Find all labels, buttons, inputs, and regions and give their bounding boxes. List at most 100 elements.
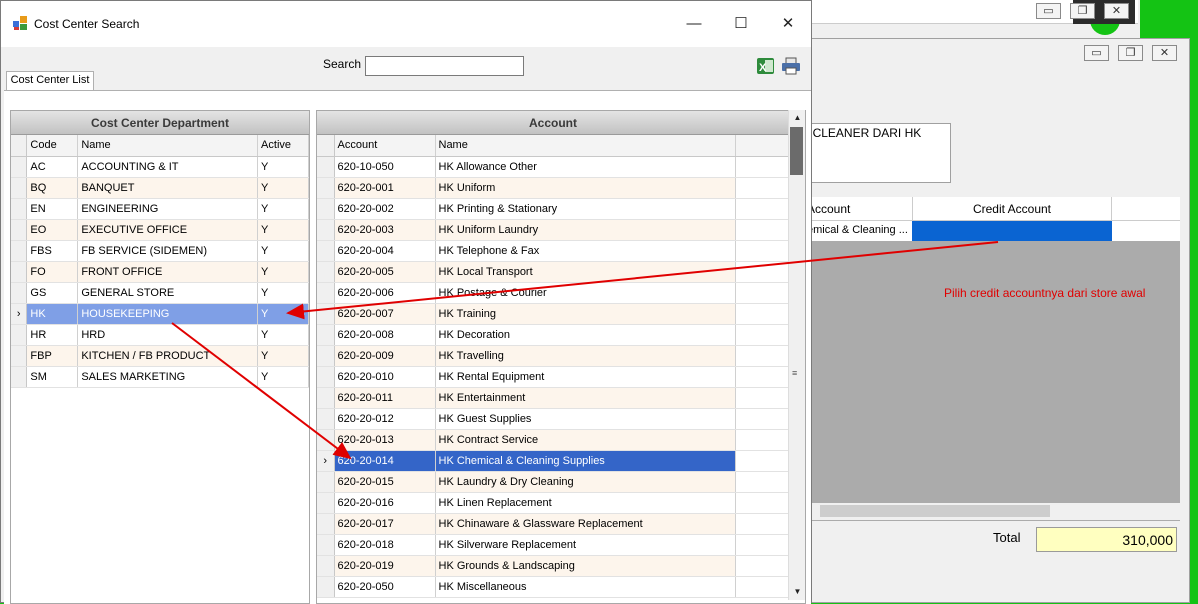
cell-active: Y bbox=[257, 177, 309, 199]
scroll-up-icon[interactable]: ▲ bbox=[789, 110, 806, 125]
row-selector[interactable] bbox=[317, 261, 335, 283]
col-code[interactable]: Code bbox=[26, 135, 79, 157]
row-selector[interactable] bbox=[11, 240, 28, 262]
printer-icon[interactable] bbox=[781, 57, 801, 75]
table-row[interactable]: › 620-20-014 HK Chemical & Cleaning Suppli… bbox=[317, 450, 790, 472]
row-pointer-icon[interactable]: › bbox=[11, 303, 28, 325]
table-row[interactable]: 620-20-007 HK Training bbox=[317, 303, 790, 325]
table-row[interactable]: GS GENERAL STORE Y bbox=[11, 282, 309, 304]
table-row[interactable]: SM SALES MARKETING Y bbox=[11, 366, 309, 388]
row-selector[interactable] bbox=[317, 576, 335, 598]
row-selector[interactable] bbox=[317, 219, 335, 241]
table-row[interactable]: › HK HOUSEKEEPING Y bbox=[11, 303, 309, 325]
table-row[interactable]: EN ENGINEERING Y bbox=[11, 198, 309, 220]
journal-grid-row[interactable]: emical & Cleaning ... bbox=[790, 221, 1180, 241]
table-row[interactable]: EO EXECUTIVE OFFICE Y bbox=[11, 219, 309, 241]
row-selector[interactable] bbox=[317, 471, 335, 493]
row-selector[interactable] bbox=[317, 513, 335, 535]
row-selector[interactable] bbox=[317, 177, 335, 199]
table-row[interactable]: 620-20-017 HK Chinaware & Glassware Repla… bbox=[317, 513, 790, 535]
table-row[interactable]: 620-20-006 HK Postage & Courier bbox=[317, 282, 790, 304]
table-row[interactable]: 620-10-050 HK Allowance Other bbox=[317, 156, 790, 178]
row-selector[interactable] bbox=[317, 240, 335, 262]
table-row[interactable]: 620-20-019 HK Grounds & Landscaping bbox=[317, 555, 790, 577]
col-account[interactable]: Account bbox=[334, 135, 436, 157]
maximize-button[interactable]: ☐ bbox=[718, 9, 764, 39]
col-active[interactable]: Active bbox=[257, 135, 309, 157]
row-selector[interactable] bbox=[317, 282, 335, 304]
tab-cost-center-list[interactable]: Cost Center List bbox=[6, 71, 94, 91]
row-selector[interactable] bbox=[11, 156, 28, 178]
cell-filler bbox=[735, 408, 790, 430]
cell-active: Y bbox=[257, 240, 309, 262]
row-selector[interactable] bbox=[11, 282, 28, 304]
vscroll-thumb[interactable] bbox=[790, 127, 803, 175]
table-row[interactable]: 620-20-004 HK Telephone & Fax bbox=[317, 240, 790, 262]
row-selector[interactable] bbox=[317, 198, 335, 220]
table-row[interactable]: 620-20-011 HK Entertainment bbox=[317, 387, 790, 409]
form-restore-button[interactable]: ❐ bbox=[1118, 45, 1143, 61]
table-row[interactable]: 620-20-010 HK Rental Equipment bbox=[317, 366, 790, 388]
row-selector[interactable] bbox=[317, 345, 335, 367]
scroll-down-icon[interactable]: ▼ bbox=[789, 584, 806, 599]
table-row[interactable]: FBS FB SERVICE (SIDEMEN) Y bbox=[11, 240, 309, 262]
excel-export-icon[interactable]: X bbox=[756, 56, 776, 76]
row-selector[interactable] bbox=[317, 429, 335, 451]
row-selector[interactable] bbox=[317, 324, 335, 346]
cell-account: 620-20-018 bbox=[334, 534, 436, 556]
table-row[interactable]: 620-20-008 HK Decoration bbox=[317, 324, 790, 346]
search-input[interactable] bbox=[365, 56, 524, 76]
table-row[interactable]: 620-20-015 HK Laundry & Dry Cleaning bbox=[317, 471, 790, 493]
cell-code: EO bbox=[26, 219, 79, 241]
row-selector[interactable] bbox=[11, 345, 28, 367]
table-row[interactable]: 620-20-001 HK Uniform bbox=[317, 177, 790, 199]
table-row[interactable]: FO FRONT OFFICE Y bbox=[11, 261, 309, 283]
close-button[interactable]: ✕ bbox=[765, 9, 811, 39]
table-row[interactable]: 620-20-016 HK Linen Replacement bbox=[317, 492, 790, 514]
row-selector[interactable] bbox=[11, 198, 28, 220]
table-row[interactable]: AC ACCOUNTING & IT Y bbox=[11, 156, 309, 178]
minimize-button[interactable]: — bbox=[671, 9, 717, 39]
table-row[interactable]: 620-20-018 HK Silverware Replacement bbox=[317, 534, 790, 556]
row-selector[interactable] bbox=[11, 219, 28, 241]
annotation-text: Pilih credit accountnya dari store awal bbox=[944, 286, 1146, 300]
hscroll-thumb[interactable] bbox=[820, 505, 1050, 517]
row-selector[interactable] bbox=[11, 366, 28, 388]
cell-filler bbox=[735, 450, 790, 472]
bg-restore-button[interactable]: ❐ bbox=[1070, 3, 1095, 19]
table-row[interactable]: BQ BANQUET Y bbox=[11, 177, 309, 199]
row-pointer-icon[interactable]: › bbox=[317, 450, 335, 472]
row-selector[interactable] bbox=[11, 177, 28, 199]
table-row[interactable]: HR HRD Y bbox=[11, 324, 309, 346]
col-account-name[interactable]: Name bbox=[435, 135, 736, 157]
form-close-button[interactable]: ✕ bbox=[1152, 45, 1177, 61]
account-vscroll[interactable]: ▲ ≡ ▼ bbox=[788, 110, 805, 600]
table-row[interactable]: 620-20-012 HK Guest Supplies bbox=[317, 408, 790, 430]
table-row[interactable]: 620-20-005 HK Local Transport bbox=[317, 261, 790, 283]
table-row[interactable]: 620-20-003 HK Uniform Laundry bbox=[317, 219, 790, 241]
journal-grid-hscroll[interactable] bbox=[790, 503, 1180, 520]
row-selector[interactable] bbox=[317, 534, 335, 556]
row-selector[interactable] bbox=[317, 156, 335, 178]
row-selector[interactable] bbox=[317, 555, 335, 577]
row-selector[interactable] bbox=[317, 408, 335, 430]
cell-active: Y bbox=[257, 345, 309, 367]
row-selector[interactable] bbox=[11, 324, 28, 346]
table-row[interactable]: 620-20-002 HK Printing & Stationary bbox=[317, 198, 790, 220]
table-row[interactable]: 620-20-050 HK Miscellaneous bbox=[317, 576, 790, 598]
table-row[interactable]: 620-20-013 HK Contract Service bbox=[317, 429, 790, 451]
cell-account: 620-20-050 bbox=[334, 576, 436, 598]
form-minimize-button[interactable]: ▭ bbox=[1084, 45, 1109, 61]
row-selector[interactable] bbox=[317, 303, 335, 325]
table-row[interactable]: 620-20-009 HK Travelling bbox=[317, 345, 790, 367]
row-selector[interactable] bbox=[11, 261, 28, 283]
table-row[interactable]: FBP KITCHEN / FB PRODUCT Y bbox=[11, 345, 309, 367]
row-selector[interactable] bbox=[317, 366, 335, 388]
row-selector[interactable] bbox=[317, 492, 335, 514]
row-selector[interactable] bbox=[317, 387, 335, 409]
bg-close-button[interactable]: ✕ bbox=[1104, 3, 1129, 19]
credit-account-cell[interactable] bbox=[912, 221, 1112, 241]
bg-minimize-button[interactable]: ▭ bbox=[1036, 3, 1061, 19]
description-box[interactable]: AL CLEANER DARI HK R bbox=[790, 123, 951, 183]
col-name[interactable]: Name bbox=[77, 135, 259, 157]
